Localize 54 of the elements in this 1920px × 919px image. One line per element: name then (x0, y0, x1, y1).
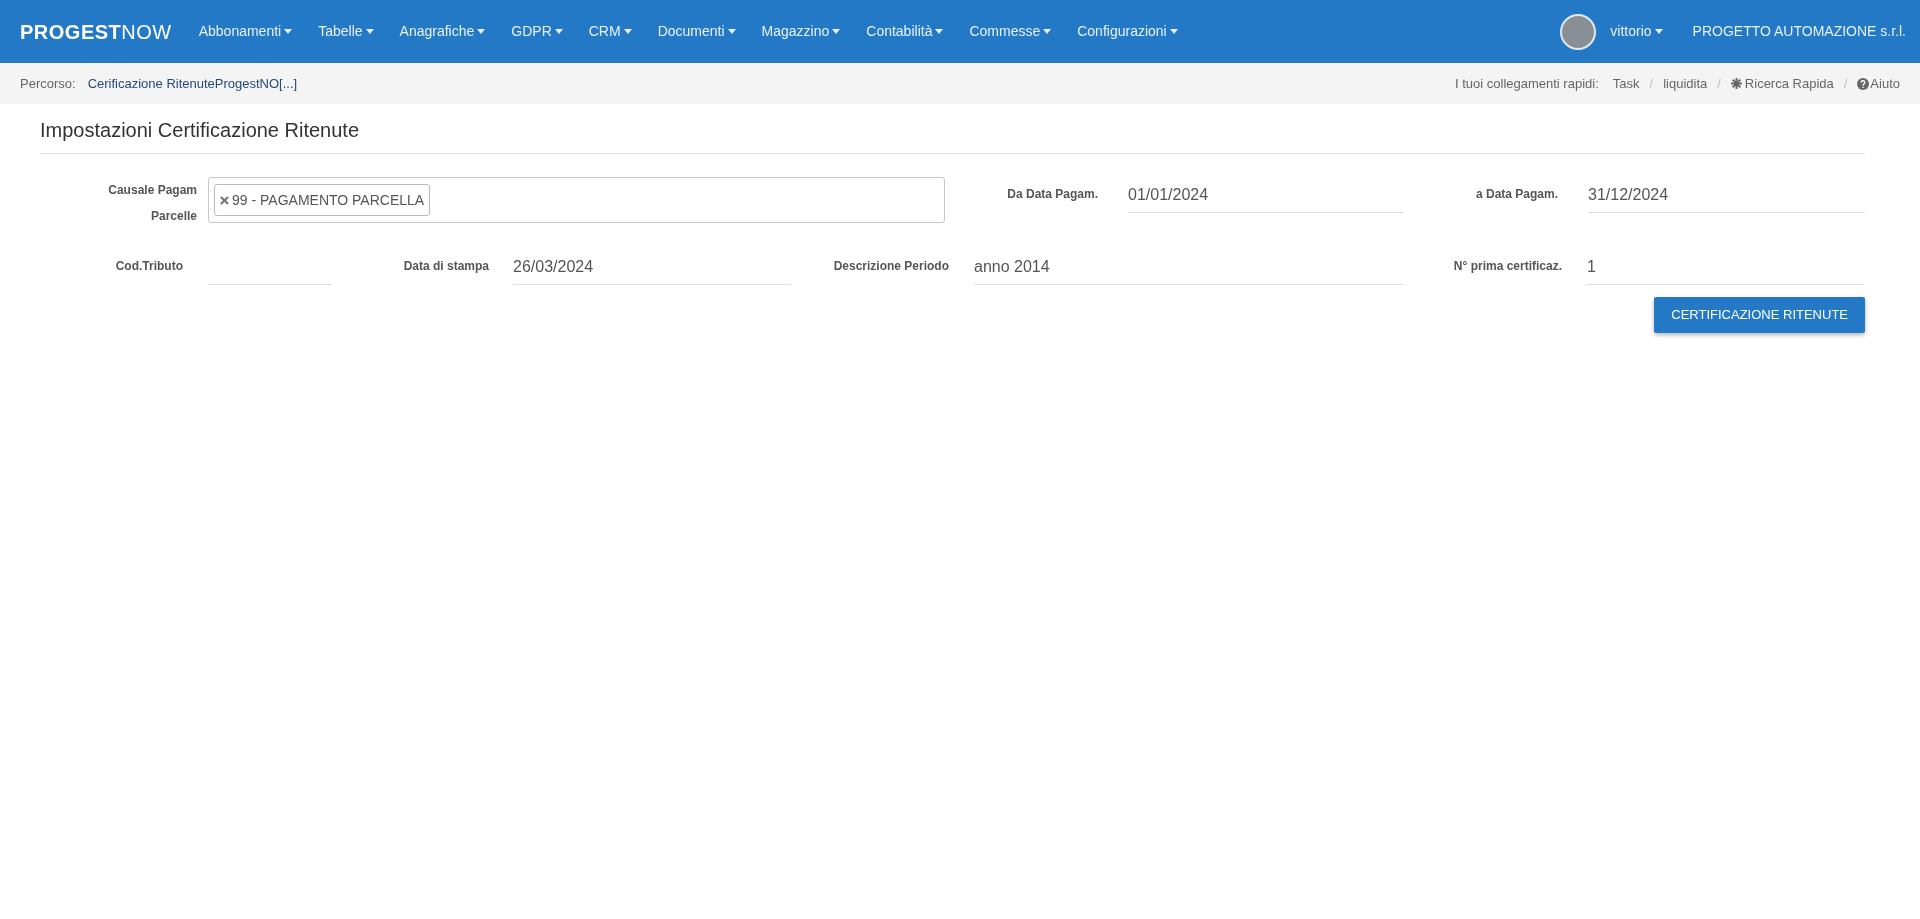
help-icon (1857, 77, 1870, 90)
input-field[interactable]: 1 (1587, 249, 1864, 285)
field-label: N° prima certificaz. (1453, 259, 1562, 273)
user-avatar[interactable] (1560, 13, 1597, 50)
caret-icon (1654, 29, 1663, 34)
input-field[interactable]: 26/03/2024 (513, 249, 791, 285)
field-label: Cod.Tributo (115, 259, 183, 273)
company-name: PROGETTO AUTOMAZIONE s.r.l. (1692, 22, 1906, 41)
quick-link[interactable]: Task (1612, 73, 1640, 94)
breadcrumb-link[interactable]: Cerificazione RitenuteProgestNO[...] (87, 73, 298, 94)
brand-logo[interactable]: PROGESTNOW (20, 16, 172, 47)
breadcrumb-label: Percorso: (20, 74, 76, 93)
caret-icon (935, 29, 944, 34)
nav-menu-item[interactable]: Documenti (644, 0, 749, 63)
field-label: Descrizione Periodo (833, 259, 949, 273)
nav-menu-item[interactable]: Contabilità (853, 0, 957, 63)
input-field[interactable]: 31/12/2024 (1588, 177, 1865, 213)
caret-icon (727, 29, 736, 34)
caret-icon (832, 29, 841, 34)
asterisk-icon (1730, 78, 1742, 89)
caret-icon (477, 29, 486, 34)
nav-menu-item[interactable]: Configurazioni (1064, 0, 1191, 63)
certification-button[interactable]: CERTIFICAZIONE RITENUTE (1654, 297, 1865, 333)
nav-menu-item[interactable]: Abbonamenti (185, 0, 306, 63)
separator: / (1717, 74, 1721, 93)
nav-menu-item[interactable]: Anagrafiche (386, 0, 499, 63)
nav-menu-item[interactable]: Commesse (956, 0, 1065, 63)
page-title: Impostazioni Certificazione Ritenute (40, 104, 1865, 154)
field-label: Causale Pagam Parcelle (108, 183, 197, 223)
field-label: a Data Pagam. (1475, 187, 1558, 201)
nav-menu-item[interactable]: Tabelle (305, 0, 387, 63)
caret-icon (1043, 29, 1052, 34)
caret-icon (365, 29, 374, 34)
quick-link[interactable]: Aiuto (1857, 73, 1900, 94)
separator: / (1649, 74, 1654, 93)
user-menu[interactable]: vittorio (1610, 21, 1663, 42)
nav-menu-item[interactable]: GDPR (498, 0, 576, 63)
nav-menu-item[interactable]: Magazzino (748, 0, 854, 63)
input-field[interactable]: 01/01/2024 (1128, 177, 1404, 213)
quick-links-label: I tuoi collegamenti rapidi: (1454, 74, 1599, 93)
caret-icon (623, 29, 632, 34)
tag-select-field[interactable]: 99 - PAGAMENTO PARCELLA (208, 177, 945, 223)
quick-link[interactable]: liquidita (1663, 73, 1708, 94)
caret-icon (1169, 29, 1178, 34)
nav-menu-item[interactable]: CRM (575, 0, 645, 63)
separator: / (1843, 74, 1848, 93)
field-label: Data di stampa (403, 259, 489, 273)
remove-icon[interactable] (220, 195, 229, 205)
quick-link[interactable]: Ricerca Rapida (1730, 73, 1834, 94)
selected-tag[interactable]: 99 - PAGAMENTO PARCELLA (214, 184, 431, 216)
caret-icon (284, 29, 293, 34)
input-field[interactable]: anno 2014 (974, 249, 1403, 285)
caret-icon (554, 29, 563, 34)
field-label: Da Data Pagam. (1007, 187, 1098, 201)
